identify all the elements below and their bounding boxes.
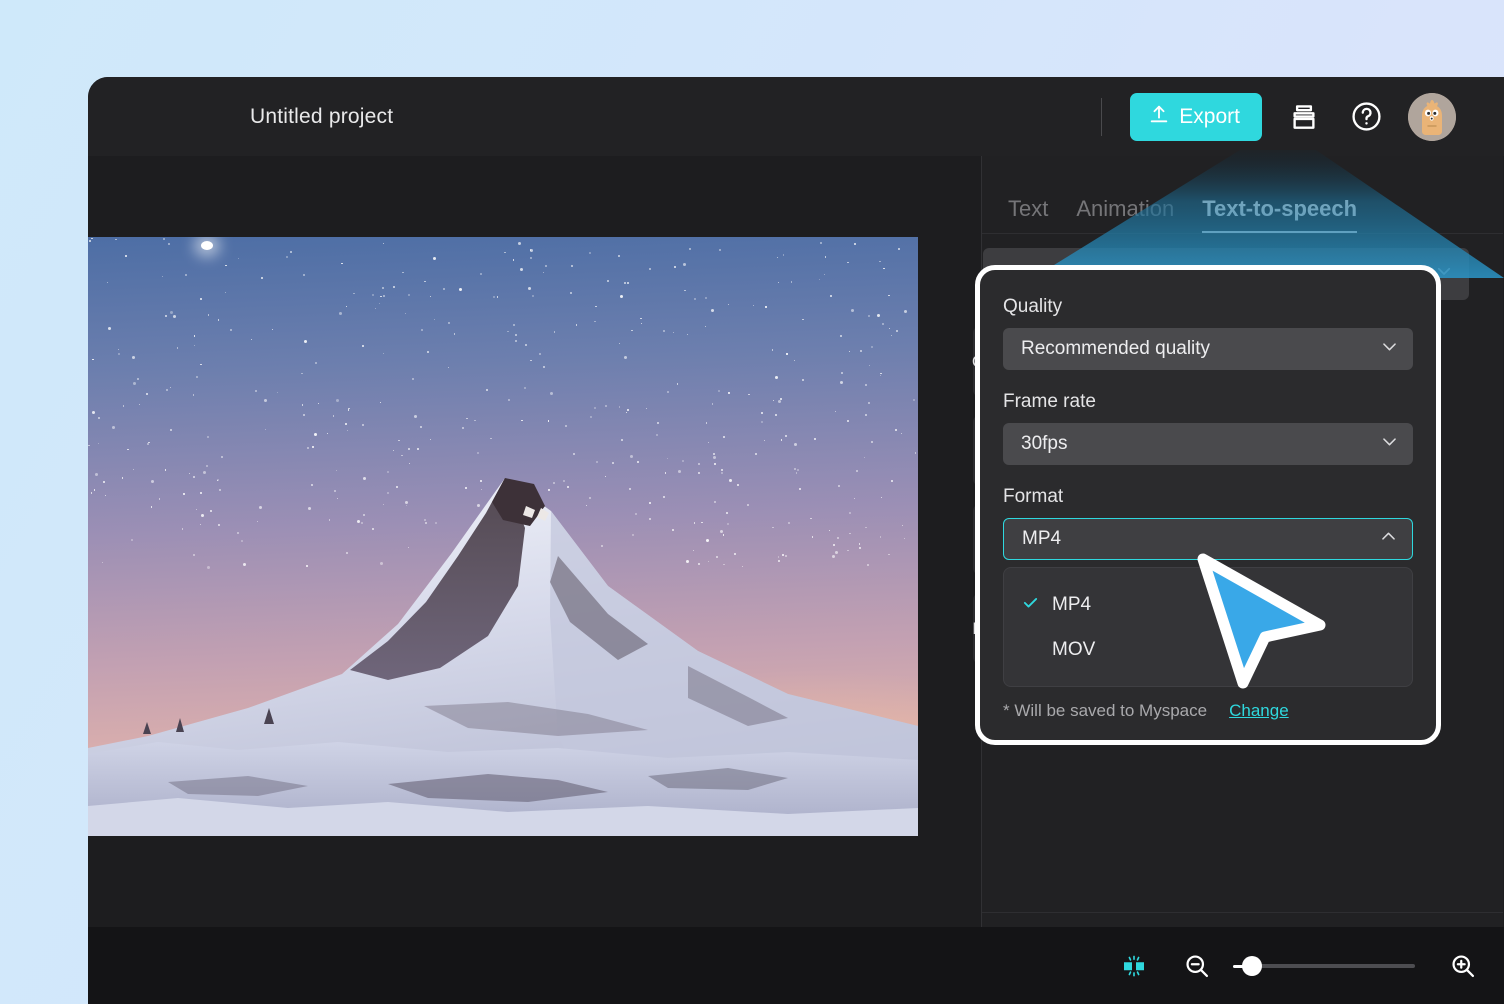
frame-rate-value: 30fps [1021,433,1068,454]
export-label: Export [1179,104,1240,128]
zoom-out-icon[interactable] [1183,952,1211,980]
layers-icon[interactable] [1284,97,1324,137]
check-icon [1022,594,1052,616]
format-label: Format [1003,486,1064,507]
help-circle-icon[interactable] [1346,97,1386,137]
format-option-label: MP4 [1052,593,1092,615]
export-settings-modal: Quality Recommended quality Frame rate 3… [975,265,1441,745]
chevron-down-icon [1380,432,1399,457]
frame-rate-label: Frame rate [1003,391,1096,412]
avatar[interactable] [1408,92,1456,141]
divider [1101,97,1103,136]
page-title[interactable]: Untitled project [250,105,393,129]
save-note-text: * Will be saved to Myspace [1003,701,1208,720]
quality-label: Quality [1003,296,1063,317]
quality-select[interactable]: Recommended quality [1003,328,1413,370]
video-preview[interactable] [88,237,918,836]
change-location-link[interactable]: Change [1229,701,1289,721]
save-location-note: * Will be saved to Myspace Change [1003,701,1413,721]
format-option-mp4[interactable]: MP4 [1004,582,1412,627]
tab-text[interactable]: Text [1008,196,1048,233]
topbar-actions: Export [1101,92,1504,141]
format-option-mov[interactable]: MOV [1004,627,1412,672]
tab-animation[interactable]: Animation [1076,196,1174,233]
mountain-image [88,478,918,836]
zoom-in-icon[interactable] [1449,952,1477,980]
format-option-label: MOV [1052,638,1096,660]
moon-glow [201,241,213,250]
top-bar: Untitled project Export [88,77,1504,156]
format-select[interactable]: MP4 [1003,518,1413,560]
sidebar-tabs: Text Animation Text-to-speech [982,156,1503,234]
timeline-toolbar [88,927,1504,1004]
tab-text-to-speech[interactable]: Text-to-speech [1202,196,1357,233]
preview-pane: 16:9 [88,156,982,1004]
export-button[interactable]: Export [1130,92,1262,141]
upload-icon [1148,103,1170,131]
split-icon[interactable] [1119,951,1149,981]
zoom-slider[interactable] [1233,955,1415,976]
chevron-down-icon [1380,337,1399,362]
quality-value: Recommended quality [1021,338,1211,359]
frame-rate-select[interactable]: 30fps [1003,423,1413,465]
chevron-up-icon [1379,527,1398,552]
format-value: MP4 [1022,528,1062,549]
zoom-slider-thumb[interactable] [1242,955,1262,976]
format-options-list: MP4 MOV [1003,567,1413,687]
